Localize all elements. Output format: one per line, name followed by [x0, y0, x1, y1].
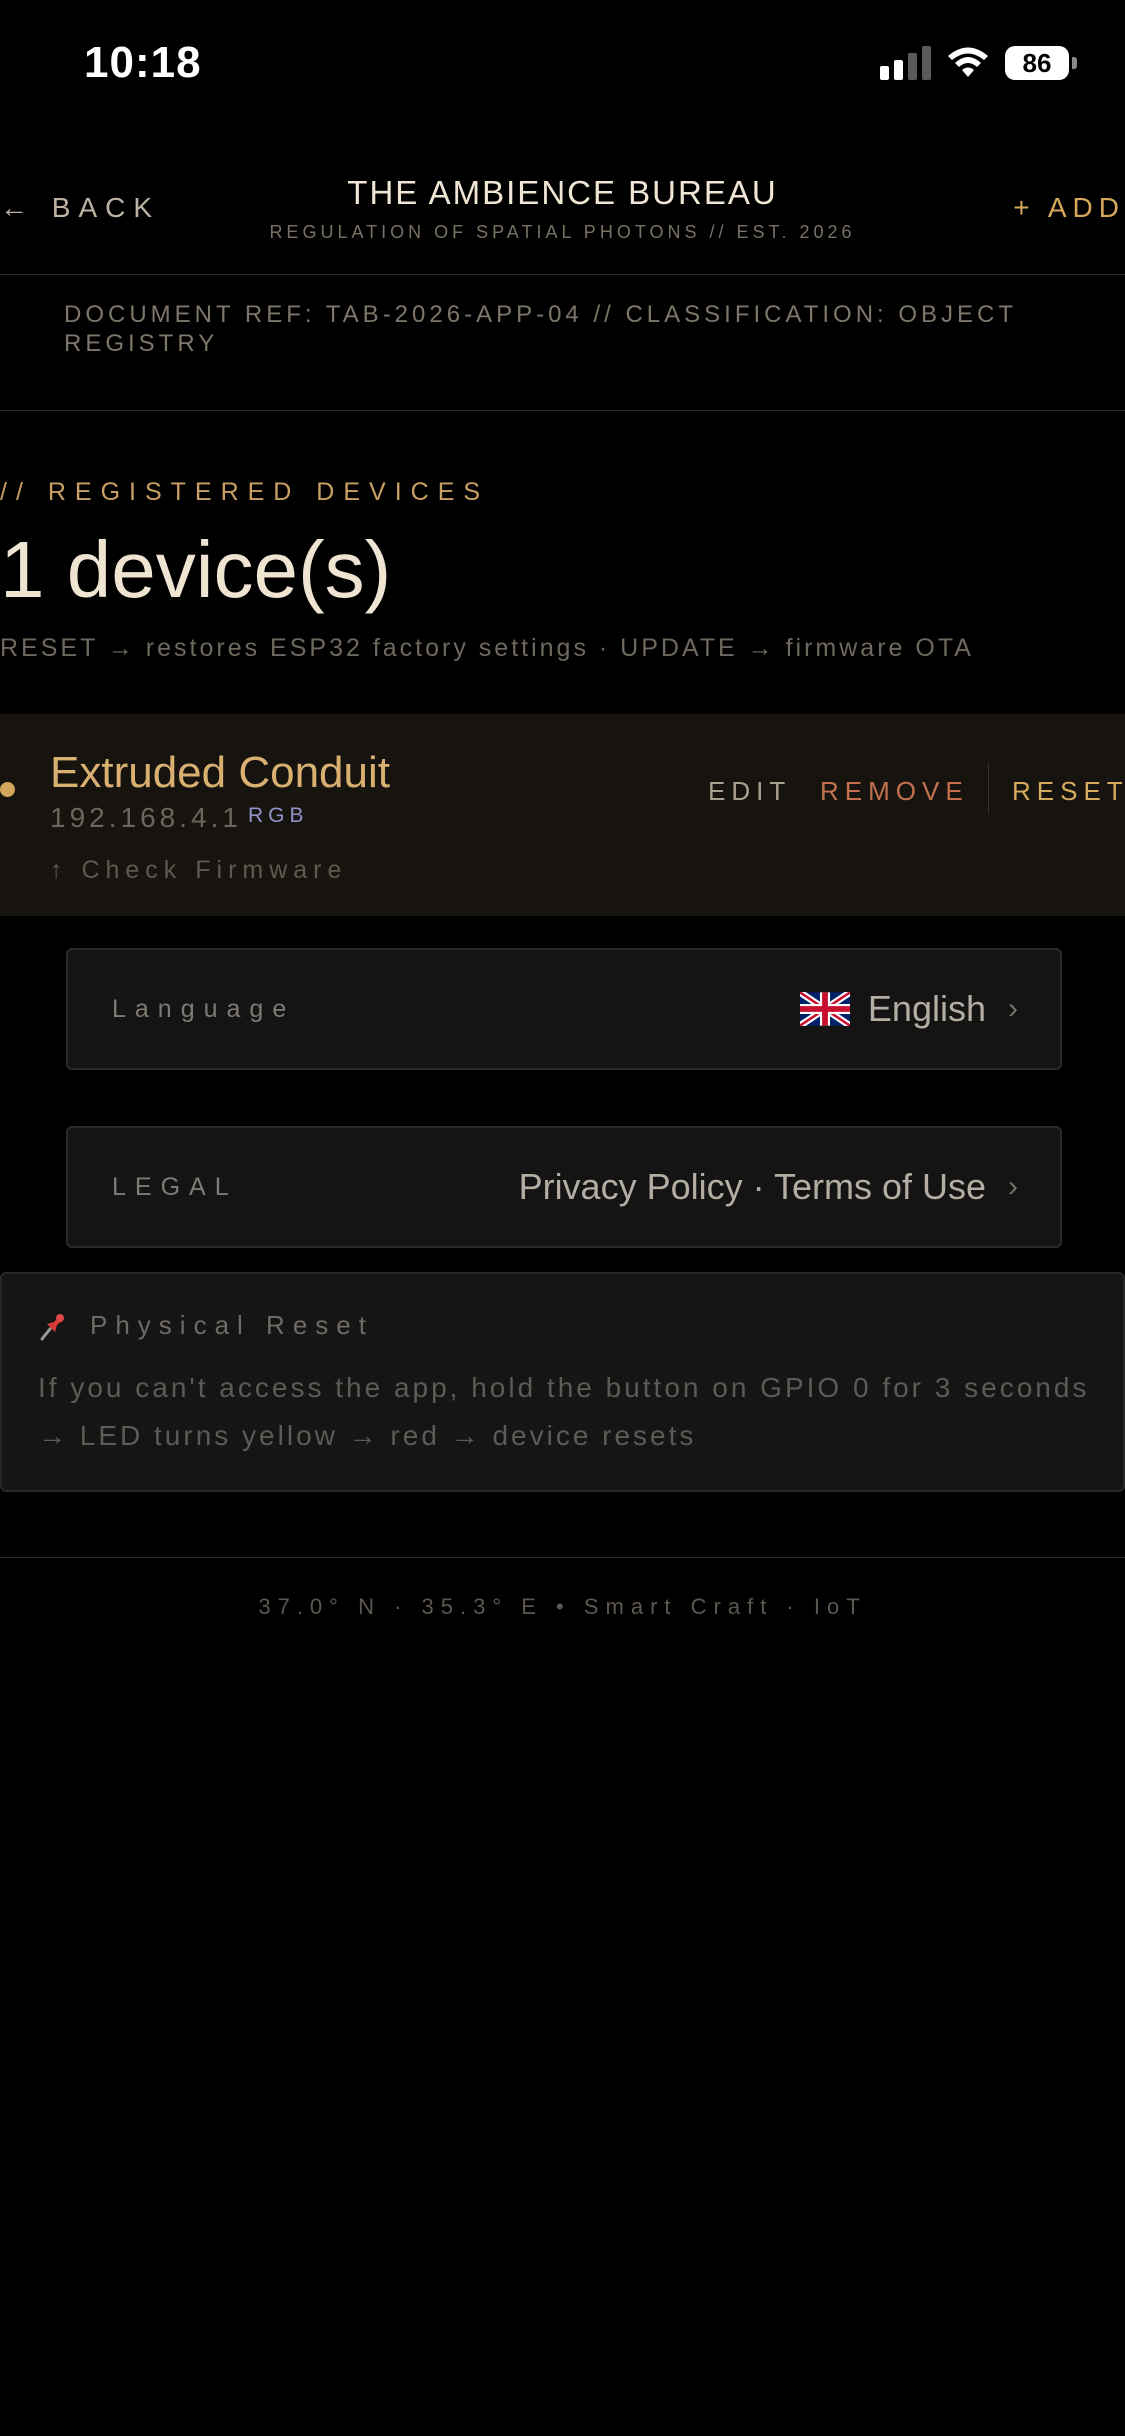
- remove-button[interactable]: REMOVE: [820, 776, 969, 807]
- physical-reset-text: If you can't access the app, hold the bu…: [38, 1372, 1090, 1451]
- language-row[interactable]: Language English ›: [66, 948, 1062, 1070]
- status-dot-icon: [0, 782, 15, 797]
- language-label: Language: [112, 995, 296, 1023]
- reset-button[interactable]: RESET: [1012, 776, 1125, 807]
- status-icons: 86: [880, 46, 1077, 80]
- legal-links[interactable]: Privacy Policy · Terms of Use: [519, 1166, 986, 1208]
- signal-icon: [880, 46, 931, 80]
- legal-row[interactable]: LEGAL Privacy Policy · Terms of Use ›: [66, 1126, 1062, 1248]
- legal-label: LEGAL: [112, 1173, 238, 1201]
- wifi-icon: [948, 47, 988, 77]
- edit-button[interactable]: EDIT: [708, 776, 791, 807]
- language-value: English: [867, 988, 986, 1029]
- chevron-right-icon: ›: [1008, 992, 1018, 1025]
- devices-hint: RESET → restores ESP32 factory settings …: [0, 634, 974, 662]
- physical-reset-header: Physical Reset: [38, 1310, 374, 1341]
- device-count: 1 device(s): [0, 525, 392, 614]
- device-ip: 192.168.4.1: [50, 802, 242, 833]
- status-time: 10:18: [84, 38, 202, 87]
- physical-reset-box: Physical Reset If you can't access the a…: [0, 1272, 1125, 1492]
- page-subtitle: REGULATION OF SPATIAL PHOTONS // EST. 20…: [269, 222, 856, 242]
- section-label: // REGISTERED DEVICES: [0, 478, 490, 506]
- battery-icon: 86: [1005, 46, 1077, 80]
- action-divider: [988, 764, 989, 814]
- battery-level: 86: [1005, 46, 1069, 80]
- physical-reset-title: Physical Reset: [90, 1310, 374, 1340]
- device-type-badge: RGB: [248, 804, 309, 827]
- pin-icon: [40, 1313, 64, 1340]
- uk-flag-icon: [799, 992, 850, 1026]
- legal-value-group: Privacy Policy · Terms of Use ›: [519, 1128, 1018, 1246]
- divider: [0, 274, 1125, 275]
- divider: [0, 410, 1125, 411]
- device-name: Extruded Conduit: [50, 748, 390, 797]
- check-firmware-link[interactable]: ↑ Check Firmware: [50, 856, 347, 885]
- divider: [0, 1557, 1125, 1558]
- document-ref: DOCUMENT REF: TAB-2026-APP-04 // CLASSIF…: [64, 301, 1017, 357]
- add-device-button[interactable]: + ADD: [1013, 192, 1125, 224]
- chevron-right-icon: ›: [1008, 1170, 1018, 1203]
- language-value-group: English ›: [799, 950, 1018, 1068]
- footer: 37.0° N · 35.3° E • Smart Craft · IoT: [258, 1594, 867, 1619]
- page-title: THE AMBIENCE BUREAU: [347, 174, 778, 211]
